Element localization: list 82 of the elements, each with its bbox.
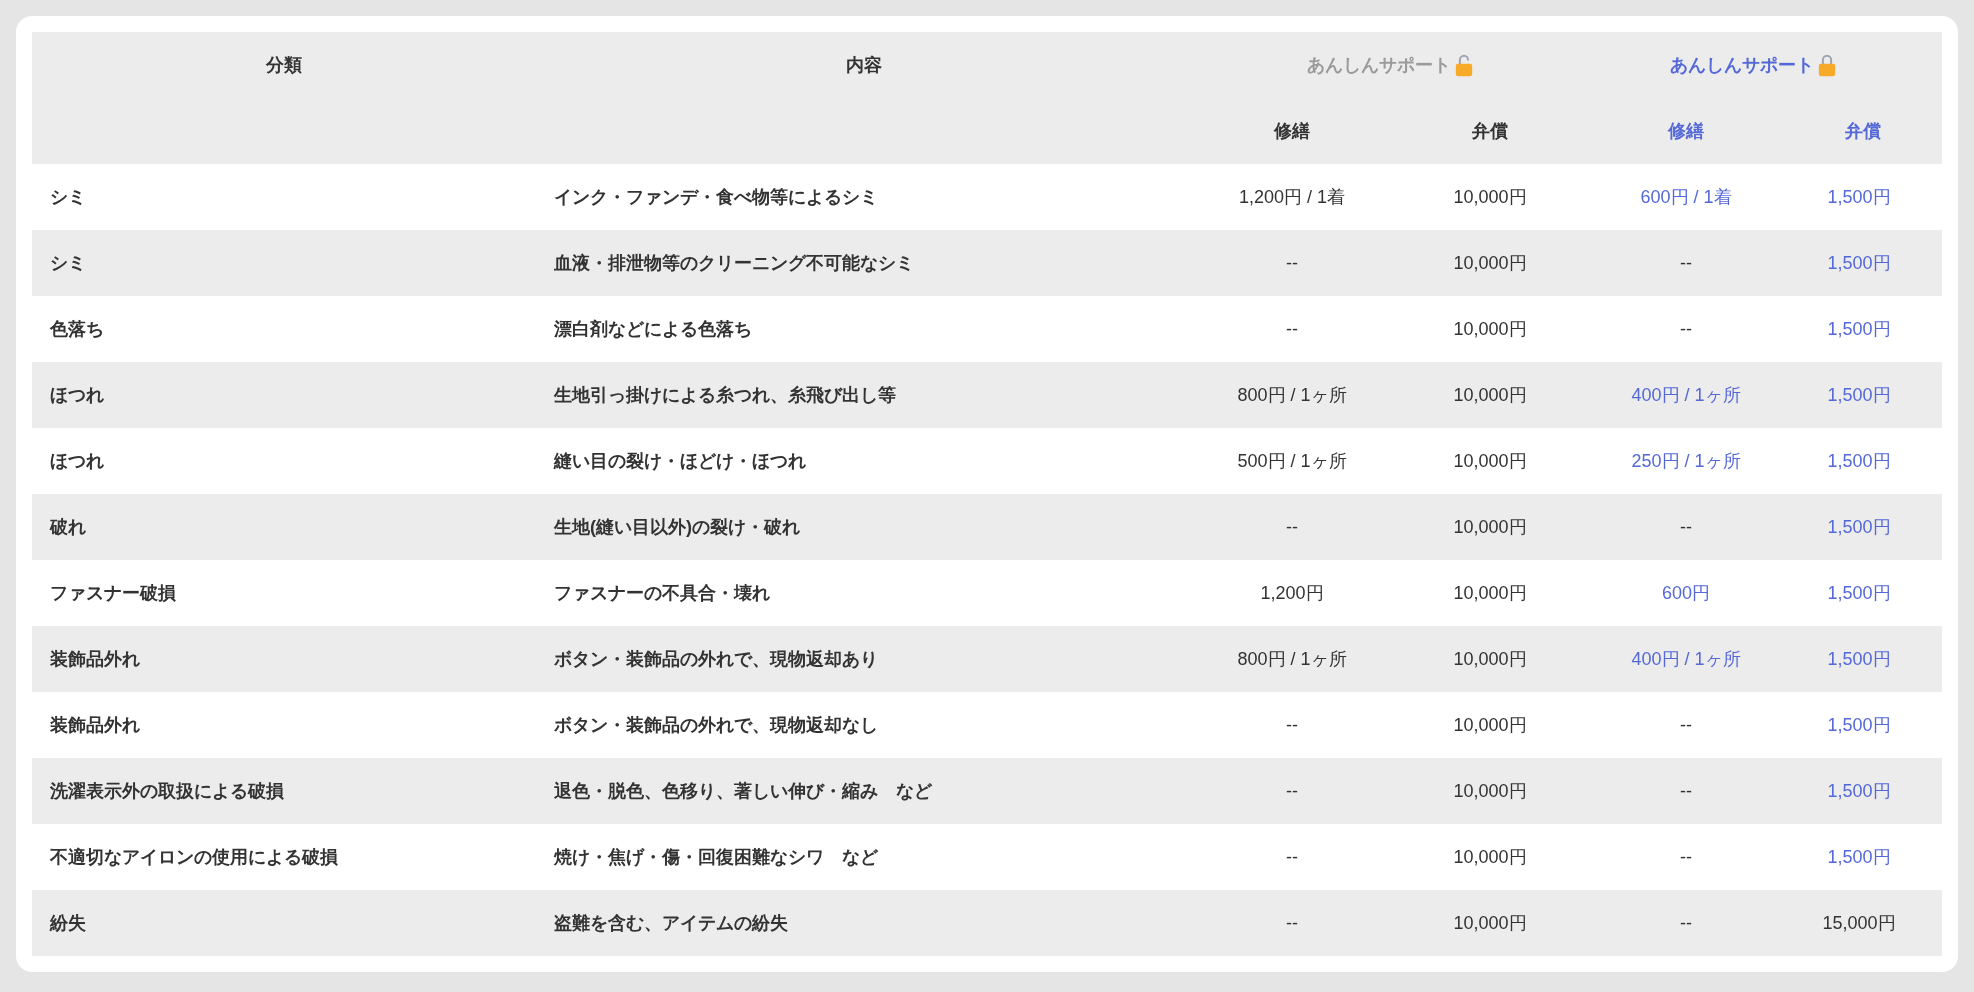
table-cell-text: 1,200円 / 1着 bbox=[1238, 185, 1346, 209]
table-cell-text: シミ bbox=[50, 251, 86, 275]
unlocked-padlock-icon bbox=[1455, 53, 1473, 77]
table-cell-text: 10,000円 bbox=[1453, 713, 1527, 737]
table-cell-text: 250円 / 1ヶ所 bbox=[1631, 449, 1741, 473]
table-cell-text: 1,500円 bbox=[1827, 647, 1891, 671]
table-cell-text: -- bbox=[1680, 251, 1692, 275]
table-cell-text: 400円 / 1ヶ所 bbox=[1631, 383, 1741, 407]
table-cell-text: 10,000円 bbox=[1453, 647, 1527, 671]
table-cell-text: -- bbox=[1680, 515, 1692, 539]
table-cell-text: 破れ bbox=[50, 515, 86, 539]
table-cell-text: 600円 / 1着 bbox=[1640, 185, 1732, 209]
table-cell-text: 血液・排泄物等のクリーニング不可能なシミ bbox=[554, 251, 914, 275]
table-cell-text: 15,000円 bbox=[1822, 911, 1896, 935]
table-cell-text: 焼け・焦げ・傷・回復困難なシワ など bbox=[554, 845, 878, 869]
table-cell-text: 生地(縫い目以外)の裂け・破れ bbox=[554, 515, 800, 539]
table-cell-text: 10,000円 bbox=[1453, 317, 1527, 341]
table-cell-text: 1,500円 bbox=[1827, 185, 1891, 209]
table-cell-text: -- bbox=[1680, 317, 1692, 341]
table-cell-text: 1,200円 bbox=[1260, 581, 1324, 605]
table-cell-text: 1,500円 bbox=[1827, 515, 1891, 539]
column-header: 修繕 bbox=[1668, 119, 1704, 143]
table-cell-text: 10,000円 bbox=[1453, 515, 1527, 539]
table-cell-text: 800円 / 1ヶ所 bbox=[1237, 383, 1347, 407]
column-header: 内容 bbox=[846, 54, 882, 77]
table-cell-text: 紛失 bbox=[50, 911, 86, 935]
table-cell-text: ほつれ bbox=[50, 449, 104, 473]
table-cell-text: ボタン・装飾品の外れで、現物返却なし bbox=[554, 713, 878, 737]
table-cell-text: 10,000円 bbox=[1453, 251, 1527, 275]
table-cell-text: 600円 bbox=[1661, 581, 1710, 605]
table-cell-text: インク・ファンデ・食べ物等によるシミ bbox=[554, 185, 878, 209]
table-cell-text: -- bbox=[1286, 713, 1298, 737]
table-cell-text: 10,000円 bbox=[1453, 449, 1527, 473]
table-cell-text: 1,500円 bbox=[1827, 581, 1891, 605]
table-cell-text: -- bbox=[1680, 713, 1692, 737]
table-cell-text: 1,500円 bbox=[1827, 383, 1891, 407]
table-cell-text: -- bbox=[1286, 779, 1298, 803]
table-cell-text: 10,000円 bbox=[1453, 383, 1527, 407]
plan-header: あんしんサポート bbox=[1670, 53, 1814, 77]
table-cell-text: 漂白剤などによる色落ち bbox=[554, 317, 752, 341]
table-cell-text: -- bbox=[1680, 911, 1692, 935]
padlock-icon bbox=[1818, 53, 1836, 77]
table-cell-text: ボタン・装飾品の外れで、現物返却あり bbox=[554, 647, 878, 671]
table-cell-text: -- bbox=[1286, 845, 1298, 869]
table-cell-text: 400円 / 1ヶ所 bbox=[1631, 647, 1741, 671]
table-cell-text: 装飾品外れ bbox=[50, 647, 140, 671]
table-cell-text: 洗濯表示外の取扱による破損 bbox=[50, 779, 284, 803]
table-cell-text: -- bbox=[1286, 251, 1298, 275]
table-cell-text: -- bbox=[1286, 317, 1298, 341]
table-cell-text: ファスナーの不具合・壊れ bbox=[554, 581, 770, 605]
table-cell-text: -- bbox=[1286, 515, 1298, 539]
table-cell-text: 生地引っ掛けによる糸つれ、糸飛び出し等 bbox=[554, 383, 896, 407]
table-cell-text: 1,500円 bbox=[1827, 779, 1891, 803]
table-cell-text: 色落ち bbox=[50, 317, 104, 341]
table-cell-text: 1,500円 bbox=[1827, 449, 1891, 473]
table-cell-text: 縫い目の裂け・ほどけ・ほつれ bbox=[554, 449, 806, 473]
table-cell-text: 10,000円 bbox=[1453, 779, 1527, 803]
table-cell-text: -- bbox=[1680, 845, 1692, 869]
table-cell-text: -- bbox=[1286, 911, 1298, 935]
table-cell-text: 装飾品外れ bbox=[50, 713, 140, 737]
table-cell-text: ファスナー破損 bbox=[50, 581, 176, 605]
table-cell-text: 10,000円 bbox=[1453, 911, 1527, 935]
column-header: 弁償 bbox=[1845, 119, 1881, 143]
table-cell-text: 1,500円 bbox=[1827, 845, 1891, 869]
table-cell-text: 500円 / 1ヶ所 bbox=[1237, 449, 1347, 473]
column-header: 弁償 bbox=[1472, 119, 1508, 143]
table-cell-text: 退色・脱色、色移り、著しい伸び・縮み など bbox=[554, 779, 932, 803]
table-cell-text: 10,000円 bbox=[1453, 845, 1527, 869]
table-cell-text: シミ bbox=[50, 185, 86, 209]
table-cell-text: 盗難を含む、アイテムの紛失 bbox=[554, 911, 788, 935]
table-cell-text: 1,500円 bbox=[1827, 713, 1891, 737]
table-cell-text: 10,000円 bbox=[1453, 185, 1527, 209]
column-header: 分類 bbox=[266, 54, 302, 77]
table-cell-text: -- bbox=[1680, 779, 1692, 803]
table-cell-text: ほつれ bbox=[50, 383, 104, 407]
plan-header: あんしんサポート bbox=[1307, 53, 1451, 77]
table-cell-text: 10,000円 bbox=[1453, 581, 1527, 605]
table-cell-text: 1,500円 bbox=[1827, 251, 1891, 275]
table-cell-text: 不適切なアイロンの使用による破損 bbox=[50, 845, 338, 869]
column-header: 修繕 bbox=[1274, 119, 1310, 143]
table-cell-text: 1,500円 bbox=[1827, 317, 1891, 341]
table-cell-text: 800円 / 1ヶ所 bbox=[1237, 647, 1347, 671]
